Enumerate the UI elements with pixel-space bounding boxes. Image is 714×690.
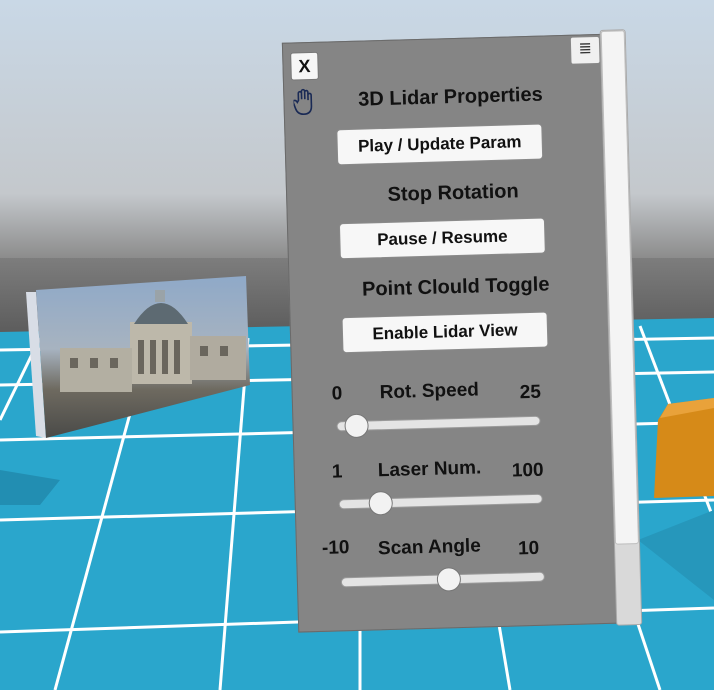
laser-num-max: 100	[511, 459, 544, 482]
play-update-param-button[interactable]: Play / Update Param	[336, 123, 544, 166]
scan-angle-max: 10	[517, 537, 540, 560]
enable-lidar-view-button[interactable]: Enable Lidar View	[341, 311, 549, 354]
menu-icon[interactable]: ≣	[569, 35, 601, 65]
rot-speed-label: Rot. Speed	[379, 379, 480, 404]
scan-angle-min: -10	[321, 537, 350, 559]
rot-speed-max: 25	[519, 381, 542, 404]
scan-angle-label: Scan Angle	[377, 535, 482, 560]
laser-num-label: Laser Num.	[377, 457, 482, 482]
pause-resume-button[interactable]: Pause / Resume	[338, 217, 546, 260]
lidar-properties-panel: X ≣ 3D Lidar Properties Play / Update Pa…	[274, 29, 643, 635]
rot-speed-min: 0	[331, 383, 343, 405]
scan-angle-slider-handle[interactable]	[436, 567, 461, 592]
close-button[interactable]: X	[290, 51, 319, 81]
laser-num-min: 1	[331, 461, 343, 483]
hand-icon[interactable]	[292, 88, 316, 117]
